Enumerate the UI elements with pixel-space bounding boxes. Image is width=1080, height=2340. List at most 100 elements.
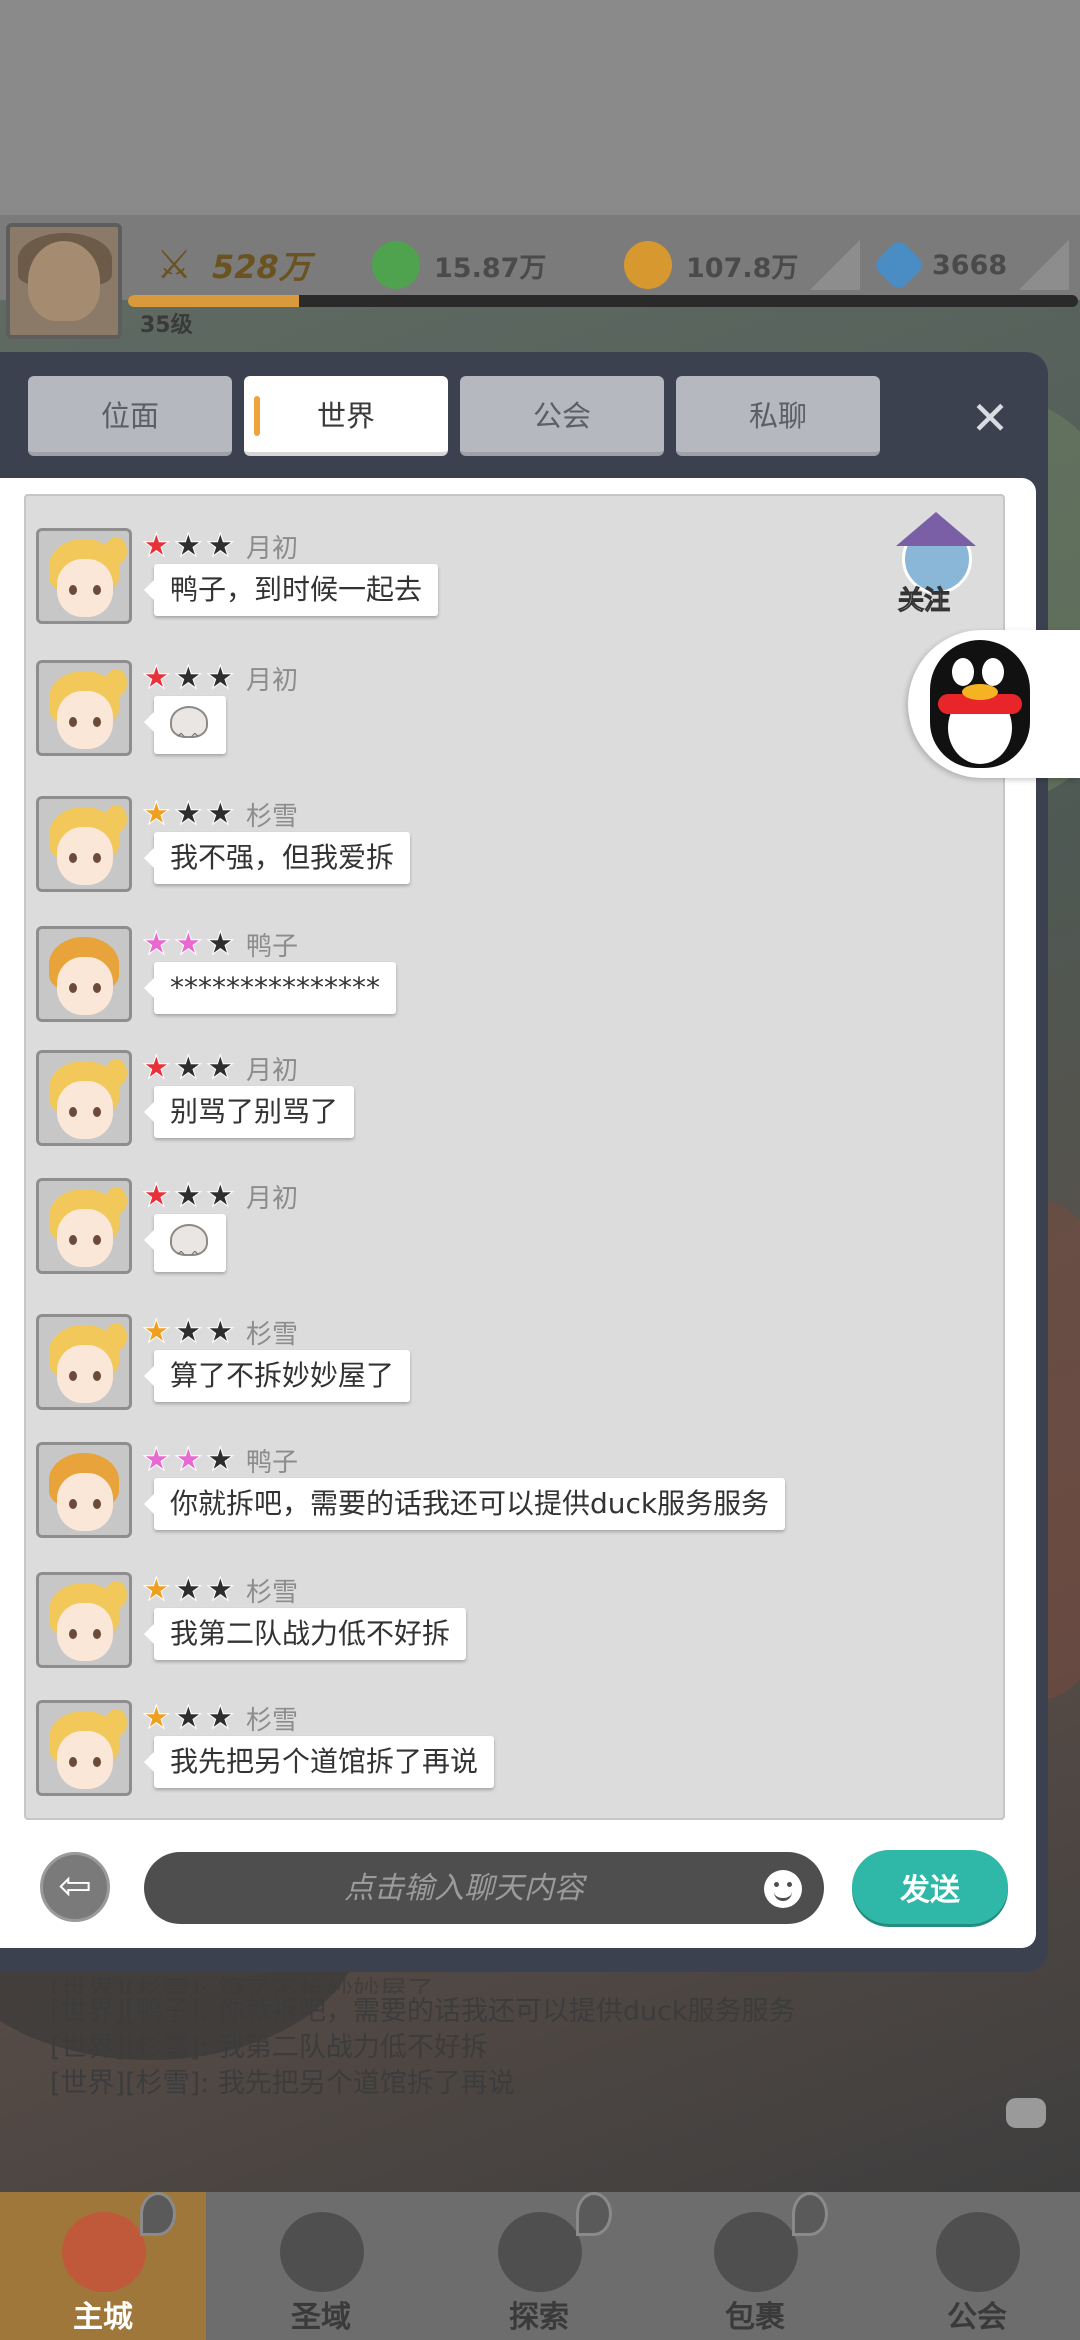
star-icon: ★ xyxy=(174,1570,204,1608)
nav-bag[interactable]: 包裹 xyxy=(652,2192,858,2340)
back-arrow-button[interactable]: ⇦ xyxy=(40,1852,110,1922)
tab-label: 公会 xyxy=(532,399,591,433)
gold-display: 107.8万 xyxy=(624,235,861,295)
sender-name[interactable]: 月初 xyxy=(246,1050,298,1087)
notification-badge-icon xyxy=(140,2192,176,2236)
message-bubble[interactable]: *************** xyxy=(144,962,396,1014)
rank-stars: ★ ★ ★ xyxy=(142,1048,238,1086)
tab-world[interactable]: 世界 xyxy=(244,376,448,456)
star-icon: ★ xyxy=(142,1698,172,1736)
guild-emblem-icon xyxy=(936,2212,1020,2292)
bottom-nav: 主城 圣域 探索 包裹 公会 xyxy=(0,2192,1080,2340)
sender-avatar[interactable] xyxy=(36,1442,132,1538)
notification-badge-icon xyxy=(792,2192,828,2236)
message-bubble[interactable]: 我第二队战力低不好拆 xyxy=(143,1608,467,1660)
sender-name[interactable]: 鸭子 xyxy=(246,1442,298,1479)
star-icon: ★ xyxy=(174,1048,204,1086)
rank-stars: ★ ★ ★ xyxy=(142,658,238,696)
bun-sticker-icon xyxy=(170,706,208,764)
sender-avatar[interactable] xyxy=(36,796,132,892)
follow-button[interactable]: 关注 xyxy=(892,512,982,617)
star-icon: ★ xyxy=(142,924,172,962)
sticker-bubble[interactable] xyxy=(144,696,226,764)
rank-stars: ★ ★ ★ xyxy=(142,794,238,832)
sender-avatar[interactable] xyxy=(36,1700,132,1796)
sender-name[interactable]: 杉雪 xyxy=(246,1700,298,1737)
green-currency-display: 15.87万 xyxy=(372,235,546,295)
star-icon: ★ xyxy=(206,794,236,832)
star-icon: ★ xyxy=(174,1176,204,1214)
message-bubble[interactable]: 算了不拆妙妙屋了 xyxy=(143,1350,411,1402)
active-tab-marker xyxy=(254,396,260,436)
chat-bubble-icon[interactable] xyxy=(1006,2098,1046,2128)
sender-name[interactable]: 鸭子 xyxy=(246,926,298,963)
sender-avatar[interactable] xyxy=(36,1050,132,1146)
rank-stars: ★ ★ ★ xyxy=(142,924,238,962)
message-bubble[interactable]: 我不强，但我爱拆 xyxy=(143,832,411,884)
chat-message: ★ ★ ★ 月初 xyxy=(36,658,996,764)
sender-name[interactable]: 杉雪 xyxy=(246,796,298,833)
tab-guild[interactable]: 公会 xyxy=(460,376,664,456)
rank-stars: ★ ★ ★ xyxy=(142,1440,238,1478)
gem-display: 3668 xyxy=(872,235,1070,295)
nav-main-city[interactable]: 主城 xyxy=(0,2192,206,2340)
sender-name[interactable]: 月初 xyxy=(246,1178,298,1215)
sender-avatar[interactable] xyxy=(36,528,132,624)
sender-avatar[interactable] xyxy=(36,1572,132,1668)
chat-message: ★ ★ ★ 杉雪 我第二队战力低不好拆 xyxy=(36,1572,996,1672)
star-icon: ★ xyxy=(174,1440,204,1478)
star-icon: ★ xyxy=(142,658,172,696)
sticker-bubble[interactable] xyxy=(144,1214,226,1282)
nav-guild[interactable]: 公会 xyxy=(874,2192,1080,2340)
nav-explore[interactable]: 探索 xyxy=(436,2192,642,2340)
sender-name[interactable]: 杉雪 xyxy=(246,1572,298,1609)
emoji-icon[interactable] xyxy=(764,1870,802,1908)
star-icon: ★ xyxy=(206,1312,236,1350)
power-value: 528万 xyxy=(212,248,311,286)
log-line: [世界][杉雪]: 我第二队战力低不好拆 xyxy=(50,2032,488,2063)
add-gem-icon[interactable] xyxy=(1019,240,1070,290)
notification-badge-icon xyxy=(576,2192,612,2236)
sender-name[interactable]: 月初 xyxy=(246,660,298,697)
chat-input[interactable] xyxy=(144,1852,824,1924)
nav-sanctuary[interactable]: 圣域 xyxy=(218,2192,424,2340)
world-chat-log: [世界][杉雪]: 算了不拆妙妙屋了 [世界][鸭子]: 你就拆吧，需要的话我还… xyxy=(50,1974,1050,2102)
vortex-icon xyxy=(280,2212,364,2292)
nav-label: 探索 xyxy=(509,2300,569,2335)
bun-sticker-icon xyxy=(170,1224,208,1282)
sender-avatar[interactable] xyxy=(36,1314,132,1410)
sender-avatar[interactable] xyxy=(36,660,132,756)
star-icon: ★ xyxy=(206,1048,236,1086)
player-level: 35级 xyxy=(140,313,193,338)
sender-avatar[interactable] xyxy=(36,1178,132,1274)
player-avatar[interactable] xyxy=(6,223,122,339)
tab-private-chat[interactable]: 私聊 xyxy=(676,376,880,456)
rank-stars: ★ ★ ★ xyxy=(142,526,238,564)
sender-name[interactable]: 月初 xyxy=(246,528,298,565)
sender-avatar[interactable] xyxy=(36,926,132,1022)
message-bubble[interactable]: 我先把另个道馆拆了再说 xyxy=(143,1736,495,1788)
sender-name[interactable]: 杉雪 xyxy=(246,1314,298,1351)
star-icon: ★ xyxy=(174,924,204,962)
star-icon: ★ xyxy=(174,1698,204,1736)
add-gold-icon[interactable] xyxy=(810,240,861,290)
star-icon: ★ xyxy=(174,658,204,696)
gold-coin-icon xyxy=(624,241,672,289)
message-bubble[interactable]: 你就拆吧，需要的话我还可以提供duck服务服务 xyxy=(143,1478,786,1530)
message-bubble[interactable]: 鸭子，到时候一起去 xyxy=(143,564,439,616)
gem-icon xyxy=(872,238,926,292)
star-icon: ★ xyxy=(206,924,236,962)
star-icon: ★ xyxy=(142,794,172,832)
follow-label: 关注 xyxy=(897,586,951,617)
tab-plane[interactable]: 位面 xyxy=(28,376,232,456)
tab-label: 世界 xyxy=(316,399,375,433)
qq-float-button[interactable] xyxy=(908,630,1080,778)
star-icon: ★ xyxy=(174,1312,204,1350)
rank-stars: ★ ★ ★ xyxy=(142,1176,238,1214)
message-bubble[interactable]: 别骂了别骂了 xyxy=(143,1086,355,1138)
close-icon[interactable]: ✕ xyxy=(962,390,1018,446)
send-button[interactable]: 发送 xyxy=(852,1850,1008,1924)
rank-stars: ★ ★ ★ xyxy=(142,1312,238,1350)
star-icon: ★ xyxy=(174,526,204,564)
gold-value: 107.8万 xyxy=(686,252,799,284)
